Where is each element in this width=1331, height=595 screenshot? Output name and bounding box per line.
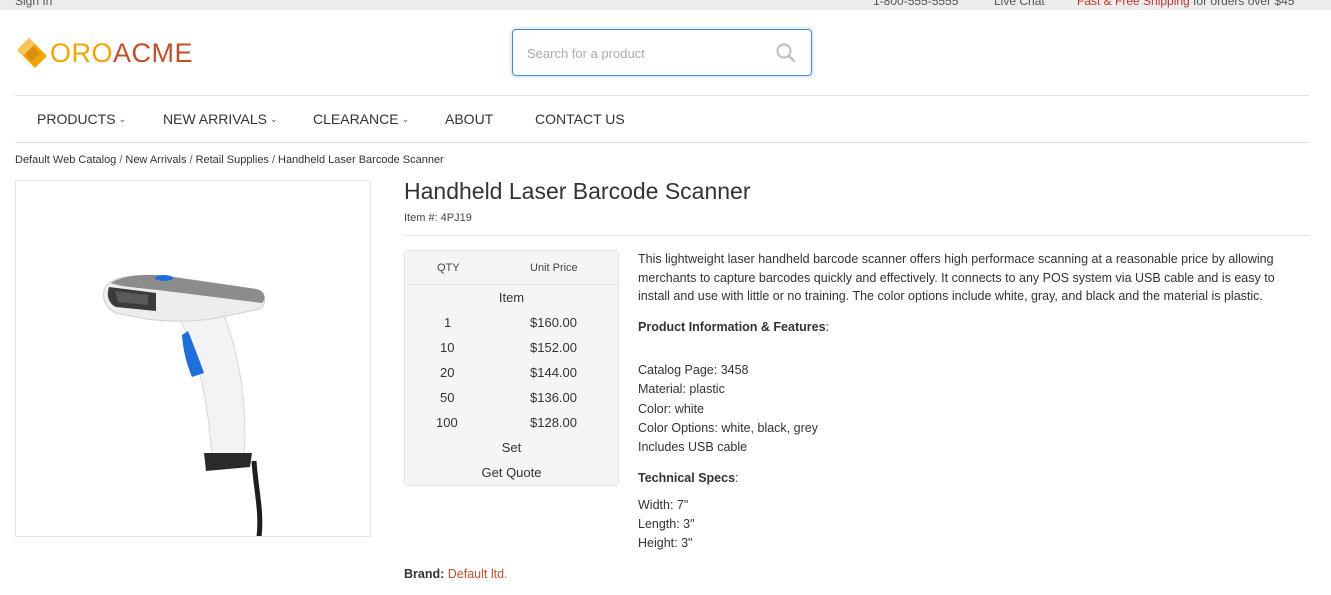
chevron-down-icon: ⌄ (118, 113, 127, 124)
nav-label-about: ABOUT (445, 111, 494, 127)
price-cell: $136.00 (530, 390, 577, 405)
live-chat-link[interactable]: Live Chat (994, 0, 1045, 8)
info-line: Color: white (638, 402, 704, 416)
product-image[interactable] (15, 180, 371, 538)
shipping-promo-link[interactable]: Fast & Free Shipping (1077, 0, 1190, 8)
chevron-down-icon: ⌄ (401, 113, 410, 124)
product-title: Handheld Laser Barcode Scanner (404, 178, 751, 204)
nav-label-clearance: CLEARANCE (313, 111, 399, 127)
unit-item-label: Item (498, 290, 525, 305)
spec-line: Width: 7" (638, 498, 689, 512)
breadcrumb-item[interactable]: New Arrivals (125, 154, 186, 166)
logo-acme: ACME (113, 38, 194, 68)
qty-cell: 1 (444, 315, 452, 330)
price-cell: $152.00 (530, 340, 577, 355)
brand-label: Brand: (404, 567, 445, 581)
info-heading-colon: : (825, 320, 830, 334)
info-line: Material: plastic (638, 382, 725, 396)
phone-number: 1-800-555-5555 (873, 0, 959, 8)
info-line: Color Options: white, black, grey (638, 421, 818, 435)
table-row: 100 $128.00 (405, 411, 618, 436)
top-bar: Sign In 1-800-555-5555 Live Chat Fast & … (0, 0, 1331, 10)
logo-oro: ORO (50, 38, 114, 68)
specs-heading-colon: : (735, 471, 739, 485)
price-cell: $128.00 (530, 415, 577, 430)
breadcrumb-item[interactable]: Default Web Catalog (15, 154, 116, 166)
chevron-down-icon: ⌄ (270, 113, 278, 124)
info-heading: Product Information & Features: (638, 320, 829, 334)
specs-heading: Technical Specs: (638, 471, 739, 485)
info-line: Catalog Page: 3458 (638, 363, 749, 377)
unit-price-header: Unit Price (530, 262, 578, 274)
spec-line: Height: 3" (638, 536, 693, 550)
site-logo[interactable]: OROACME (15, 36, 193, 70)
qty-cell: 10 (440, 340, 455, 355)
qty-cell: 50 (440, 390, 455, 405)
breadcrumb-item[interactable]: Retail Supplies (196, 154, 269, 166)
unit-set-label: Set (501, 440, 522, 455)
qty-cell: 20 (440, 365, 455, 380)
price-cell: $160.00 (530, 315, 577, 330)
table-row: 20 $144.00 (405, 361, 618, 386)
shipping-promo-text: for orders over $45 (1189, 0, 1295, 8)
table-row: 10 $152.00 (405, 336, 618, 361)
nav-label-new-arrivals: NEW ARRIVALS (163, 111, 267, 127)
brand-link[interactable]: Default ltd. (448, 567, 508, 581)
search-icon[interactable] (775, 42, 797, 64)
price-table: QTY Unit Price Item 1 $160.00 10 $152.00 2… (404, 250, 619, 486)
breadcrumb: Default Web Catalog / New Arrivals / Retail … (15, 154, 444, 166)
shipping-promo: Fast & Free Shipping for orders over $45 (1077, 0, 1294, 8)
nav-item-new-arrivals[interactable]: NEW ARRIVALS ⌄ (163, 111, 278, 127)
header-divider (15, 95, 1309, 96)
search-box[interactable] (512, 29, 812, 76)
table-row: 50 $136.00 (405, 386, 618, 411)
table-row: 1 $160.00 (405, 311, 618, 336)
nav-item-contact-us[interactable]: CONTACT US (535, 111, 625, 127)
breadcrumb-current: Handheld Laser Barcode Scanner (278, 154, 444, 166)
nav-item-products[interactable]: PRODUCTS ⌄ (37, 111, 126, 127)
barcode-scanner-image (103, 274, 266, 538)
product-description: This lightweight laser handheld barcode … (638, 252, 1275, 303)
brand: Brand: Default ltd. (404, 567, 508, 581)
sign-in-link[interactable]: Sign In (15, 0, 52, 8)
qty-cell: 100 (436, 415, 458, 430)
nav-divider (15, 142, 1309, 143)
info-heading-text: Product Information & Features (638, 320, 826, 334)
nav-item-clearance[interactable]: CLEARANCE ⌄ (313, 111, 409, 127)
specs-heading-text: Technical Specs (638, 471, 736, 485)
get-quote-link[interactable]: Get Quote (405, 465, 618, 480)
spec-line: Length: 3" (638, 517, 695, 531)
nav-label-products: PRODUCTS (37, 111, 116, 127)
nav-label-contact-us: CONTACT US (535, 111, 625, 127)
price-cell: $144.00 (530, 365, 577, 380)
title-divider (404, 235, 1309, 236)
info-line: Includes USB cable (638, 440, 748, 454)
search-input[interactable] (527, 42, 767, 64)
qty-header: QTY (437, 262, 460, 274)
nav-item-about[interactable]: ABOUT (445, 111, 493, 127)
logo-icon (15, 36, 49, 70)
logo-text: OROACME (50, 36, 193, 70)
item-number: Item #: 4PJ19 (404, 212, 472, 224)
price-table-header: QTY Unit Price (405, 251, 618, 285)
